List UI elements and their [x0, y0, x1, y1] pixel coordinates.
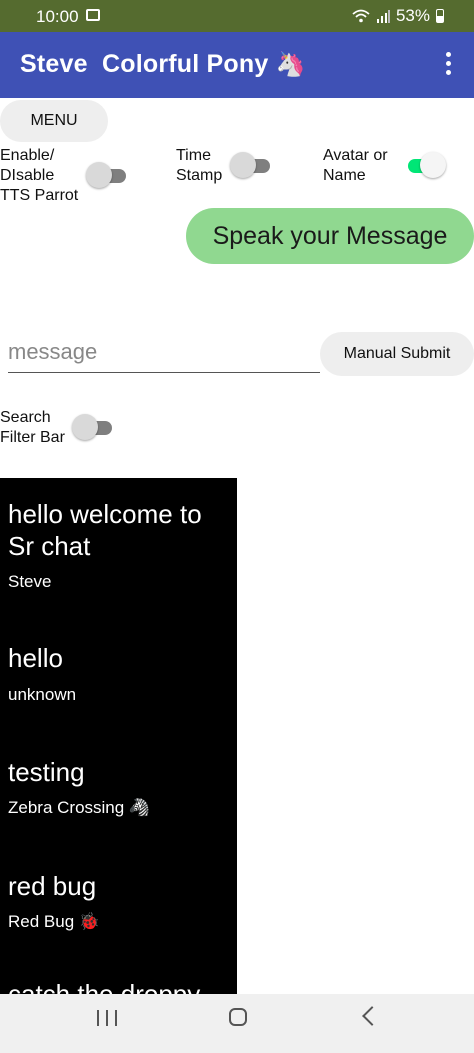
search-filter-switch[interactable] [72, 414, 114, 442]
signal-icon [376, 9, 390, 23]
chat-message-text: catch the droppy [8, 979, 201, 994]
battery-percent: 53% [395, 6, 430, 25]
chat-message-text: hello [8, 643, 63, 673]
chat-message-sender: Zebra Crossing 🦓 [8, 798, 151, 817]
chat-message-sender: unknown [8, 685, 77, 704]
overflow-menu-icon[interactable] [436, 52, 460, 78]
chat-message-sender: Red Bug 🐞 [8, 912, 101, 931]
chat-list[interactable]: hello welcome to Sr chat Steve hello unk… [0, 478, 237, 994]
wifi-icon [352, 9, 370, 23]
chat-message-sender: Steve [8, 572, 52, 591]
tts-toggle-label: Enable/ DIsable TTS Parrot [0, 147, 79, 204]
timestamp-switch[interactable] [230, 152, 272, 180]
unicorn-icon: 🦄 [275, 51, 306, 78]
system-nav-bar [0, 994, 474, 1053]
message-input[interactable] [8, 332, 320, 373]
back-icon[interactable] [362, 1006, 382, 1026]
status-time: 10:00 [36, 7, 79, 26]
chat-message-text: hello welcome to Sr chat [8, 499, 202, 561]
image-icon [86, 9, 100, 21]
manual-submit-button[interactable]: Manual Submit [320, 332, 474, 376]
app-title: Steve Colorful Pony 🦄 [20, 50, 306, 79]
timestamp-toggle-label: Time Stamp [176, 147, 223, 184]
avatar-toggle-label: Avatar or Name [323, 147, 388, 184]
recents-icon[interactable] [97, 1010, 117, 1026]
home-icon[interactable] [229, 1008, 247, 1026]
avatar-switch[interactable] [404, 152, 446, 180]
chat-message-text: red bug [8, 871, 97, 901]
app-title-text: Steve Colorful Pony [20, 50, 269, 78]
status-indicators: 53% [352, 6, 444, 26]
chat-message-text: testing [8, 757, 85, 787]
app-bar: Steve Colorful Pony 🦄 [0, 32, 474, 98]
battery-icon [436, 9, 444, 23]
menu-button[interactable]: MENU [0, 100, 108, 142]
speak-message-button[interactable]: Speak your Message [186, 208, 474, 264]
search-filter-label: Search Filter Bar [0, 409, 65, 446]
tts-parrot-switch[interactable] [86, 162, 128, 190]
status-bar: 10:00 53% [0, 0, 474, 32]
